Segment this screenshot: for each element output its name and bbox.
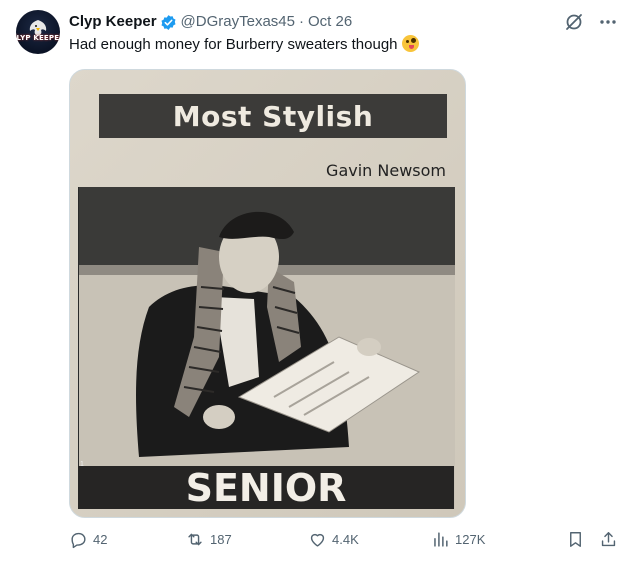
avatar-text: CLYP KEEPER	[16, 34, 60, 42]
top-right-actions	[564, 12, 618, 32]
reply-icon	[71, 532, 86, 548]
action-bar: 42 187 4.4K 127K	[69, 528, 618, 550]
repost-count: 187	[210, 531, 232, 547]
banner-bottom: SENIOR	[78, 466, 454, 510]
reply-button[interactable]: 42	[69, 530, 185, 549]
views-button[interactable]: 127K	[431, 530, 531, 549]
zany-face-emoji	[401, 35, 419, 52]
like-count: 4.4K	[332, 531, 359, 547]
tweet-header: Clyp Keeper @DGrayTexas45 · Oct 26	[69, 12, 352, 32]
repost-icon	[188, 533, 202, 545]
repost-button[interactable]: 187	[185, 530, 308, 549]
banner-top: Most Stylish	[99, 94, 447, 138]
eagle-logo	[29, 20, 47, 36]
bookmark-icon[interactable]	[566, 530, 585, 549]
grok-icon[interactable]	[564, 12, 584, 32]
verified-icon[interactable]	[160, 14, 177, 31]
yearbook-photo	[78, 187, 455, 509]
avatar[interactable]: CLYP KEEPER	[16, 10, 60, 54]
reply-count: 42	[93, 531, 108, 547]
heart-icon	[310, 533, 325, 547]
caption-name: Gavin Newsom	[326, 161, 446, 180]
author-name[interactable]: Clyp Keeper	[69, 12, 157, 32]
separator-dot: ·	[298, 13, 304, 30]
like-button[interactable]: 4.4K	[308, 530, 431, 549]
tweet-date[interactable]: Oct 26	[308, 12, 352, 32]
more-options-icon[interactable]	[598, 12, 618, 32]
tweet-text: Had enough money for Burberry sweaters t…	[69, 35, 419, 55]
views-count: 127K	[455, 531, 486, 547]
views-icon	[434, 531, 448, 547]
tweet-image[interactable]: Most Stylish Gavin Newsom 1 SENIOR	[69, 69, 466, 518]
photo-illustration	[79, 187, 455, 509]
author-handle[interactable]: @DGrayTexas45	[181, 12, 295, 32]
action-bar-right	[566, 530, 618, 549]
tweet-text-content: Had enough money for Burberry sweaters t…	[69, 36, 398, 53]
share-icon[interactable]	[599, 530, 618, 549]
